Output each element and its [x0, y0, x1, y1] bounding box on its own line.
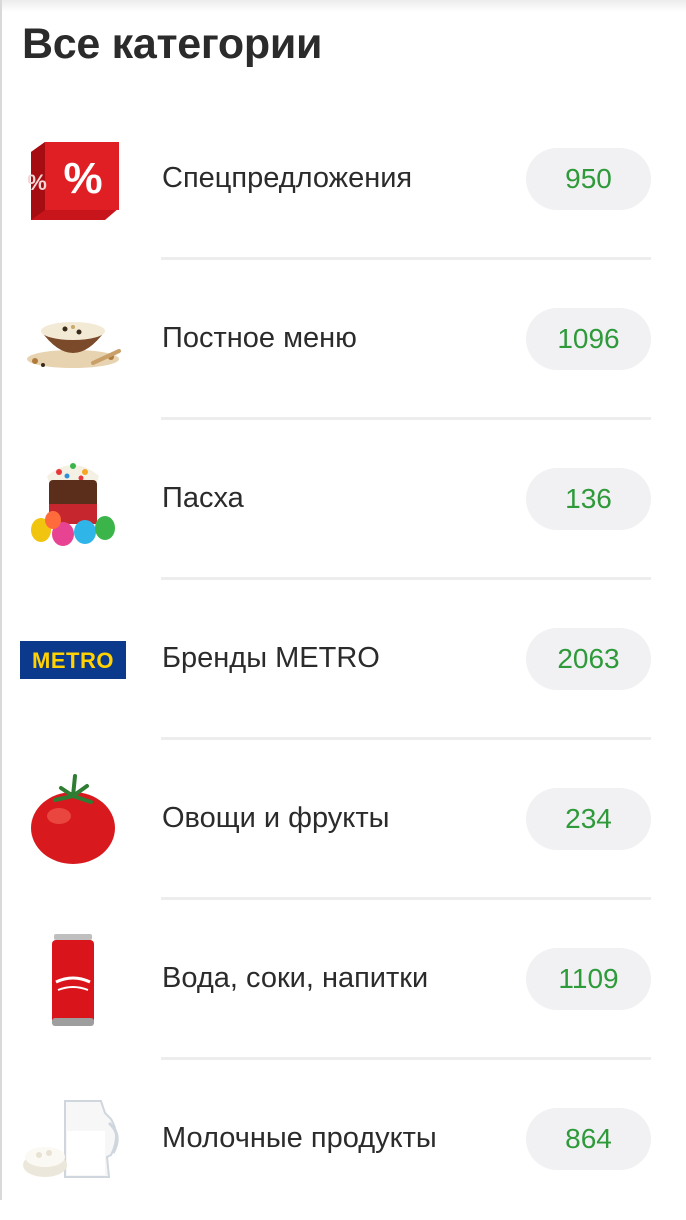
category-label: Бренды METRO — [162, 642, 380, 674]
category-label: Спецпредложения — [162, 162, 413, 194]
category-row-dairy[interactable]: Молочные продукты 864 — [0, 1060, 686, 1220]
category-label: Пасха — [162, 482, 244, 514]
category-count-badge: 2063 — [526, 628, 651, 690]
tomato-icon — [18, 770, 128, 870]
milk-jug-icon — [18, 1090, 128, 1190]
svg-text:%: % — [63, 154, 102, 203]
category-count-badge: 1096 — [526, 308, 651, 370]
category-row-vegetables-fruits[interactable]: Овощи и фрукты 234 — [0, 740, 686, 900]
category-row-metro-brands[interactable]: METRO Бренды METRO 2063 — [0, 580, 686, 740]
easter-cake-icon — [18, 450, 128, 550]
category-row-lenten-menu[interactable]: Постное меню 1096 — [0, 260, 686, 420]
category-label: Постное меню — [162, 322, 357, 354]
status-bar-shade — [0, 0, 686, 12]
svg-text:%: % — [27, 170, 47, 195]
category-count-badge: 136 — [526, 468, 651, 530]
metro-logo-icon: METRO — [18, 610, 128, 710]
category-row-drinks[interactable]: Вода, соки, напитки 1109 — [0, 900, 686, 1060]
category-count-badge: 1109 — [526, 948, 651, 1010]
category-list: % % Спецпредложения 950 Постное меню 109… — [0, 100, 686, 1220]
category-count-badge: 864 — [526, 1108, 651, 1170]
category-label: Вода, соки, напитки — [162, 962, 429, 994]
category-count-badge: 950 — [526, 148, 651, 210]
metro-logo-text: METRO — [32, 648, 114, 673]
page-title: Все категории — [22, 20, 323, 68]
category-count-badge: 234 — [526, 788, 651, 850]
category-row-easter[interactable]: Пасха 136 — [0, 420, 686, 580]
category-label: Молочные продукты — [162, 1122, 437, 1154]
discount-cube-icon: % % — [18, 130, 128, 230]
category-label: Овощи и фрукты — [162, 802, 390, 834]
cola-can-icon — [18, 930, 128, 1030]
porridge-bowl-icon — [18, 290, 128, 390]
category-row-special-offers[interactable]: % % Спецпредложения 950 — [0, 100, 686, 260]
